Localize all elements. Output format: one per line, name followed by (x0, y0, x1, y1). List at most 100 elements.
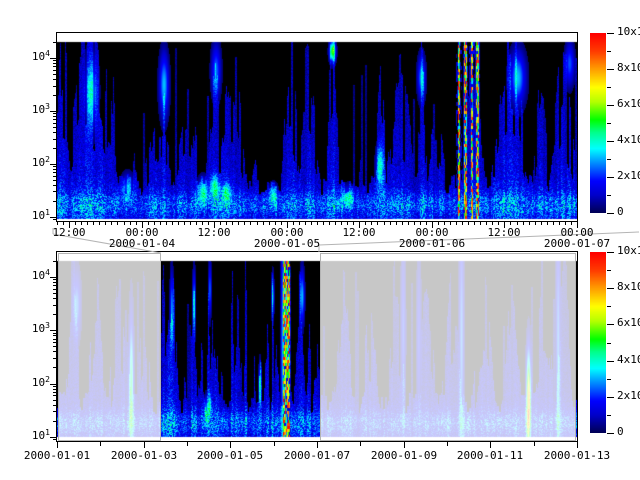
x-minor-tick (353, 222, 354, 225)
x-minor-tick (450, 222, 451, 225)
x-major-tick (404, 442, 405, 448)
x-minor-tick (317, 222, 318, 225)
x-minor-tick (63, 222, 64, 225)
superscript: 2 (45, 375, 50, 384)
y-minor-tick (53, 339, 56, 340)
context-dimmed-region-right[interactable] (320, 253, 576, 441)
colorbar-tick-label: 0 (617, 425, 640, 439)
y-minor-tick (53, 95, 56, 96)
x-minor-tick (347, 222, 348, 225)
x-minor-tick (541, 222, 542, 225)
y-minor-tick (53, 86, 56, 87)
x-minor-tick (75, 222, 76, 225)
y-minor-tick (53, 389, 56, 390)
y-minor-tick (53, 60, 56, 61)
y-major-tick (50, 217, 56, 218)
x-tick-date-label: 2000-01-06 (392, 238, 472, 250)
colorbar-major-tick (607, 288, 614, 289)
x-tick-date-label: 2000-01-11 (450, 450, 530, 462)
y-minor-tick (53, 333, 56, 334)
x-minor-tick (281, 222, 282, 225)
context-dimmed-region-left[interactable] (58, 253, 161, 441)
y-tick-label: 101 (12, 429, 50, 444)
y-minor-tick (53, 282, 56, 283)
y-minor-tick (53, 298, 56, 299)
y-minor-tick (53, 261, 56, 262)
context-colorbar (590, 252, 606, 433)
x-minor-tick (535, 222, 536, 225)
y-minor-tick (53, 439, 56, 440)
x-minor-tick (408, 222, 409, 225)
colorbar-minor-tick (607, 379, 611, 380)
colorbar-minor-tick (607, 159, 611, 160)
x-minor-tick (105, 222, 106, 225)
y-minor-tick (53, 421, 56, 422)
x-tick-date-label: 2000-01-05 (190, 450, 270, 462)
x-minor-tick (396, 222, 397, 225)
y-minor-tick (53, 351, 56, 352)
superscript: 1 (45, 428, 50, 437)
x-minor-tick (571, 222, 572, 225)
y-minor-tick (53, 335, 56, 336)
colorbar-minor-tick (607, 87, 611, 88)
y-minor-tick (53, 358, 56, 359)
colorbar-major-tick (607, 324, 614, 325)
colorbar-major-tick (607, 69, 614, 70)
x-minor-tick (402, 222, 403, 225)
colorbar-minor-tick (607, 306, 611, 307)
x-major-tick (317, 442, 318, 448)
x-minor-tick (517, 222, 518, 225)
x-minor-tick (534, 442, 535, 446)
x-minor-tick (238, 222, 239, 225)
colorbar-minor-tick (607, 123, 611, 124)
x-major-tick (490, 442, 491, 448)
y-minor-tick (53, 169, 56, 170)
y-minor-tick (53, 314, 56, 315)
x-minor-tick (390, 222, 391, 225)
x-minor-tick (341, 222, 342, 225)
x-minor-tick (547, 222, 548, 225)
colorbar-tick-label: 8x107 (617, 280, 640, 295)
x-minor-tick (559, 222, 560, 225)
y-minor-tick (53, 166, 56, 167)
x-minor-tick (510, 222, 511, 225)
x-minor-tick (480, 222, 481, 225)
x-minor-tick (93, 222, 94, 225)
x-minor-tick (329, 222, 330, 225)
colorbar-major-tick (607, 252, 614, 253)
x-minor-tick (220, 222, 221, 225)
x-minor-tick (190, 222, 191, 225)
x-tick-date-label: 2000-01-04 (102, 238, 182, 250)
colorbar-tick-label: 2x107 (617, 389, 640, 404)
y-minor-tick (53, 113, 56, 114)
x-tick-date-label: 2000-01-07 (277, 450, 357, 462)
colorbar-minor-tick (607, 343, 611, 344)
superscript: 2 (45, 155, 50, 164)
x-minor-tick (420, 222, 421, 225)
x-major-tick (230, 442, 231, 448)
x-minor-tick (130, 222, 131, 225)
y-major-tick (50, 111, 56, 112)
x-tick-time-label: 12:00 (174, 227, 254, 239)
y-minor-tick (53, 342, 56, 343)
x-minor-tick (81, 222, 82, 225)
y-minor-tick (53, 185, 56, 186)
y-minor-tick (53, 405, 56, 406)
x-minor-tick (184, 222, 185, 225)
y-minor-tick (53, 305, 56, 306)
superscript: 3 (45, 321, 50, 330)
x-minor-tick (438, 222, 439, 225)
x-minor-tick (305, 222, 306, 225)
superscript: 3 (45, 102, 50, 111)
detail-spectrogram-heatmap[interactable] (57, 33, 577, 221)
x-minor-tick (226, 222, 227, 225)
x-minor-tick (269, 222, 270, 225)
x-minor-tick (456, 222, 457, 225)
y-minor-tick (53, 289, 56, 290)
y-tick-label: 101 (12, 209, 50, 224)
y-major-tick (50, 437, 56, 438)
x-tick-date-label: 2000-01-03 (104, 450, 184, 462)
x-major-tick (577, 442, 578, 448)
y-major-tick (50, 277, 56, 278)
y-tick-label: 102 (12, 376, 50, 391)
